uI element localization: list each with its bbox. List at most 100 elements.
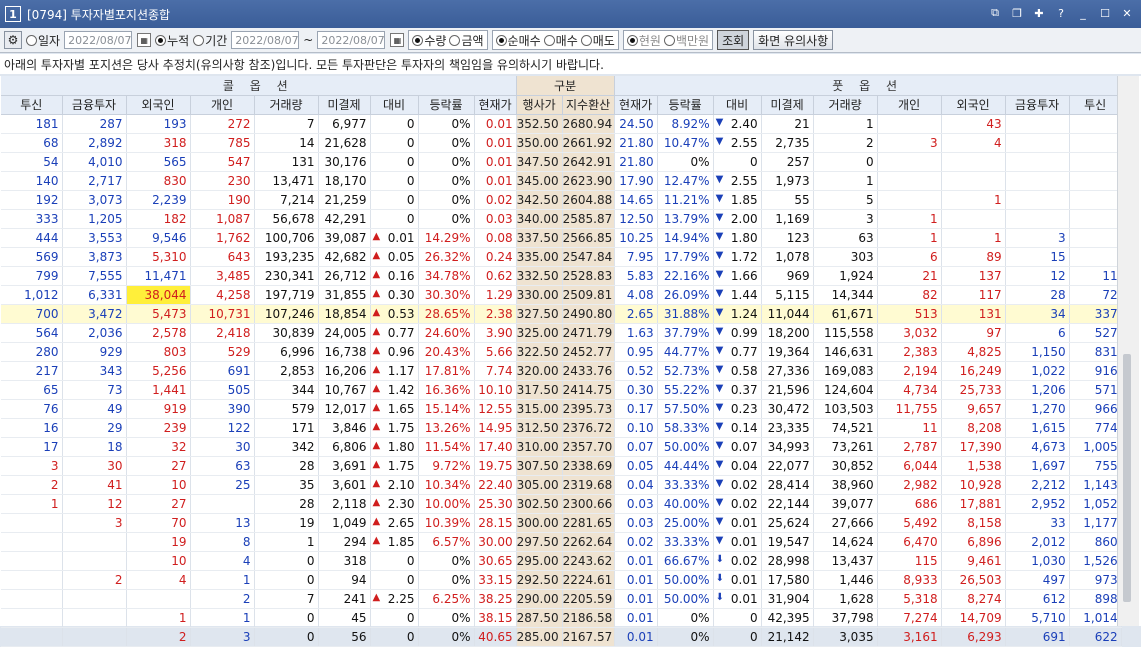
table-cell: 15 <box>1005 247 1070 267</box>
table-row[interactable]: 68 2,892 318 785 14 21,628 0 0% 0.01 350.00 2661.9… <box>1 133 1122 153</box>
table-row[interactable]: 700 3,472 5,473 10,731 107,246 18,854 ▲ 0.53 28.… <box>1 304 1122 324</box>
column-header[interactable]: 금융투자 <box>1005 95 1070 115</box>
date-input-start[interactable]: 2022/08/07 <box>231 31 300 49</box>
column-header[interactable]: 지수환산 <box>562 95 615 115</box>
column-header[interactable]: 외국인 <box>941 95 1006 115</box>
table-cell: 107,246 <box>254 304 319 324</box>
screen-notice-button[interactable]: 화면 유의사항 <box>753 30 834 50</box>
table-cell: 0.07 <box>614 437 658 457</box>
column-header[interactable]: 개인 <box>877 95 942 115</box>
table-row[interactable]: 564 2,036 2,578 2,418 30,839 24,005 ▲ 0.77 24.60… <box>1 323 1122 343</box>
table-row[interactable]: 1 12 27 28 2,118 ▲ 2.30 10.00% 25.30 302.50 2300.6… <box>1 494 1122 514</box>
table-row[interactable]: 333 1,205 182 1,087 56,678 42,291 0 0% 0.03 340.0… <box>1 209 1122 229</box>
column-header[interactable]: 거래량 <box>254 95 319 115</box>
trade-type-radio-group: 순매수 매수 매도 <box>491 30 619 50</box>
down-arrow-icon: ▼ <box>715 363 724 375</box>
table-cell: 115,558 <box>813 323 878 343</box>
table-row[interactable]: 2 41 10 25 35 3,601 ▲ 2.10 10.34% 22.40 305.00 2319… <box>1 475 1122 495</box>
table-row[interactable]: 65 73 1,441 505 344 10,767 ▲ 1.42 16.36% 10.10 317… <box>1 380 1122 400</box>
column-header[interactable]: 등락률 <box>657 95 714 115</box>
table-row[interactable]: 3 30 27 63 28 3,691 ▲ 1.75 9.72% 19.75 307.50 2338.… <box>1 456 1122 476</box>
copy-icon[interactable]: ❐ <box>1009 6 1025 20</box>
table-row[interactable]: 280 929 803 529 6,996 16,738 ▲ 0.96 20.43% 5.66 32… <box>1 342 1122 362</box>
radio-won[interactable]: 현원 <box>626 32 661 49</box>
column-header[interactable]: 현재가 <box>474 95 517 115</box>
table-row[interactable]: 140 2,717 830 230 13,471 18,170 0 0% 0.01 345.00 2… <box>1 171 1122 191</box>
maximize-icon[interactable]: ☐ <box>1097 6 1113 20</box>
restore-layout-icon[interactable]: ⧉ <box>987 6 1003 20</box>
radio-day[interactable]: 일자 <box>26 32 60 49</box>
column-header[interactable]: 외국인 <box>126 95 191 115</box>
radio-net-buy[interactable]: 순매수 <box>495 32 541 49</box>
date-input-end[interactable]: 2022/08/07 <box>317 31 386 49</box>
table-row[interactable]: 54 4,010 565 547 131 30,176 0 0% 0.01 347.50 2642.… <box>1 152 1122 172</box>
radio-amount[interactable]: 금액 <box>449 32 484 49</box>
table-cell: 34,993 <box>761 437 814 457</box>
vertical-scrollbar[interactable] <box>1117 76 1139 626</box>
table-row[interactable]: 181 287 193 272 7 6,977 0 0% 0.01 352.50 2680.94 24… <box>1 114 1122 134</box>
column-header[interactable]: 등락률 <box>418 95 475 115</box>
column-header[interactable]: 투신 <box>1069 95 1122 115</box>
category-header: 구분 <box>516 76 615 96</box>
query-button[interactable]: 조회 <box>717 30 750 50</box>
table-cell: 1,005 <box>1069 437 1122 457</box>
table-row[interactable]: 799 7,555 11,471 3,485 230,341 26,712 ▲ 0.16 34.… <box>1 266 1122 286</box>
column-header[interactable]: 개인 <box>190 95 255 115</box>
column-header[interactable]: 투신 <box>1 95 63 115</box>
column-header[interactable]: 행사가 <box>516 95 563 115</box>
table-cell: ▲ 1.80 <box>370 437 419 457</box>
table-cell <box>877 171 942 191</box>
column-header[interactable]: 미결제 <box>761 95 814 115</box>
column-header[interactable]: 미결제 <box>318 95 371 115</box>
table-row[interactable]: 16 29 239 122 171 3,846 ▲ 1.75 13.26% 14.95 312.50… <box>1 418 1122 438</box>
table-cell: 0.03 <box>614 494 658 514</box>
radio-cumulative[interactable]: 누적 <box>155 32 189 49</box>
table-cell: 1,169 <box>761 209 814 229</box>
table-row[interactable]: 2 3 0 56 0 0% 40.65 285.00 2167.57 0.01 0% 0 21,142 3… <box>1 627 1122 647</box>
table-cell: 1,973 <box>761 171 814 191</box>
table-cell: 14,344 <box>813 285 878 305</box>
radio-sell[interactable]: 매도 <box>580 32 615 49</box>
table-row[interactable]: 10 4 0 318 0 0% 30.65 295.00 2243.62 0.01 66.67% ⬇ 0… <box>1 551 1122 571</box>
radio-period[interactable]: 기간 <box>193 32 227 49</box>
column-header[interactable]: 거래량 <box>813 95 878 115</box>
calendar-icon[interactable]: ▦ <box>137 33 152 47</box>
table-cell: 10.47% <box>657 133 714 153</box>
date-input-day[interactable]: 2022/08/07 <box>64 31 133 49</box>
table-row[interactable]: 1 1 0 45 0 0% 38.15 287.50 2186.58 0.01 0% 0 42,395 3… <box>1 608 1122 628</box>
help-icon[interactable]: ? <box>1053 6 1069 20</box>
table-row[interactable]: 17 18 32 30 342 6,806 ▲ 1.80 11.54% 17.40 310.00 23… <box>1 437 1122 457</box>
table-cell <box>877 190 942 210</box>
column-header[interactable]: 대비 <box>713 95 762 115</box>
title-bar: 1 [0794] 투자자별포지션종합 ⧉ ❐ ✚ ? _ ☐ ✕ <box>0 0 1141 28</box>
date-range-tilde: ~ <box>303 33 314 47</box>
gear-icon[interactable]: ⚙ <box>4 31 22 49</box>
radio-million[interactable]: 백만원 <box>663 32 709 49</box>
minimize-icon[interactable]: _ <box>1075 6 1091 20</box>
table-row[interactable]: 217 343 5,256 691 2,853 16,206 ▲ 1.17 17.81% 7.74… <box>1 361 1122 381</box>
table-cell: 9,657 <box>941 399 1006 419</box>
column-header[interactable]: 금융투자 <box>62 95 127 115</box>
close-icon[interactable]: ✕ <box>1119 6 1135 20</box>
table-row[interactable]: 444 3,553 9,546 1,762 100,706 39,087 ▲ 0.01 14.2… <box>1 228 1122 248</box>
pin-icon[interactable]: ✚ <box>1031 6 1047 20</box>
table-cell: ▲ 0.77 <box>370 323 419 343</box>
table-row[interactable]: 76 49 919 390 579 12,017 ▲ 1.65 15.14% 12.55 315.0… <box>1 399 1122 419</box>
table-cell: 774 <box>1069 418 1122 438</box>
table-row[interactable]: 3 70 13 19 1,049 ▲ 2.65 10.39% 28.15 300.00 2281.6… <box>1 513 1122 533</box>
table-row[interactable]: 569 3,873 5,310 643 193,235 42,682 ▲ 0.05 26.32%… <box>1 247 1122 267</box>
radio-buy[interactable]: 매수 <box>543 32 578 49</box>
column-header[interactable]: 현재가 <box>614 95 658 115</box>
radio-quantity[interactable]: 수량 <box>412 32 446 49</box>
calendar-icon[interactable]: ▦ <box>390 33 405 47</box>
table-row[interactable]: 2 4 1 0 94 0 0% 33.15 292.50 2224.61 0.01 50.00% ⬇ 0.… <box>1 570 1122 590</box>
table-cell: 12 <box>62 494 127 514</box>
table-row[interactable]: 19 8 1 294 ▲ 1.85 6.57% 30.00 297.50 2262.64 0.02 3… <box>1 532 1122 552</box>
table-row[interactable]: 192 3,073 2,239 190 7,214 21,259 0 0% 0.02 342.50… <box>1 190 1122 210</box>
table-row[interactable]: 2 7 241 ▲ 2.25 6.25% 38.25 290.00 2205.59 0.01 50.… <box>1 589 1122 609</box>
table-row[interactable]: 1,012 6,331 38,044 4,258 197,719 31,855 ▲ 0.30 3… <box>1 285 1122 305</box>
table-cell: 11 <box>877 418 942 438</box>
window-number-badge: 1 <box>5 6 21 22</box>
column-header[interactable]: 대비 <box>370 95 419 115</box>
scrollbar-thumb[interactable] <box>1123 354 1131 602</box>
